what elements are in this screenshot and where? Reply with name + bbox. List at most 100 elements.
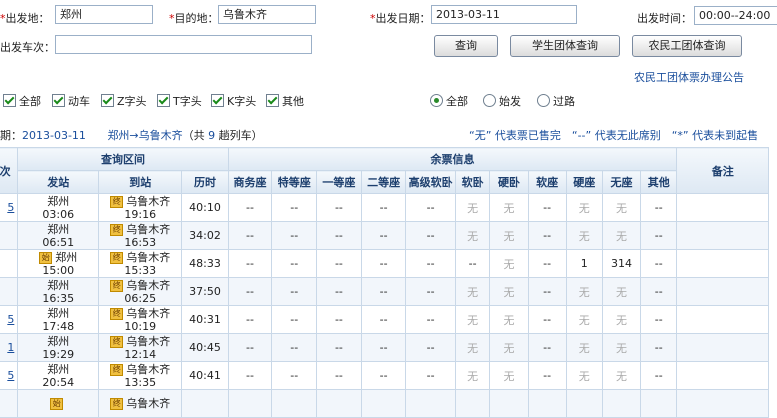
seat-cell: 无: [454, 333, 491, 362]
seat-cell: 无: [601, 277, 642, 306]
seat-cell: 无: [489, 361, 529, 390]
from-station-cell: 始郑州 15:00: [17, 249, 100, 278]
end-station-icon: 终: [110, 363, 124, 376]
from-station-cell: 郑州 06:51: [17, 221, 100, 250]
to-label: *目的地：: [169, 12, 219, 25]
duration-cell: 40:10: [181, 193, 229, 222]
origin-all-radio[interactable]: 全部: [430, 93, 468, 109]
to-station-cell: 终乌鲁木齐 16:53: [98, 221, 183, 250]
from-input[interactable]: 郑州: [55, 5, 153, 24]
seat-cell: --: [640, 333, 678, 362]
to-station-cell: 终乌鲁木齐 15:33: [98, 249, 183, 278]
seat-cell: 314: [601, 249, 642, 278]
seat-cell: --: [360, 249, 407, 278]
seat-cell: --: [271, 333, 318, 362]
filter-emu[interactable]: 动车: [52, 93, 90, 109]
seat-cell: --: [405, 305, 456, 334]
seat-cell: --: [271, 249, 318, 278]
table-row: 郑州 16:35 终乌鲁木齐 06:25 37:50 -- -- -- -- -- 无无 -- 无无 --: [0, 277, 769, 306]
end-station-icon: 终: [110, 251, 124, 264]
seat-cell: --: [360, 277, 407, 306]
migrant-query-button[interactable]: 农民工团体查询: [632, 35, 742, 57]
from-station-cell: 郑州 16:35: [17, 277, 100, 306]
filter-other[interactable]: 其他: [266, 93, 304, 109]
filter-all[interactable]: 全部: [3, 93, 41, 109]
filter-k[interactable]: K字头: [211, 93, 256, 109]
remark-cell: [676, 389, 769, 418]
seat-cell: [316, 389, 362, 418]
query-button[interactable]: 查询: [434, 35, 498, 57]
checkbox-checked-icon: [266, 94, 279, 107]
time-label: 出发时间：: [637, 12, 692, 25]
seat-cell: [454, 389, 491, 418]
seat-cell: 无: [489, 193, 529, 222]
seat-cell: 无: [601, 333, 642, 362]
seat-cell: --: [316, 333, 362, 362]
remark-cell: [676, 249, 769, 278]
duration-cell: 40:45: [181, 333, 229, 362]
to-input[interactable]: 乌鲁木齐: [218, 5, 316, 24]
table-row: 郑州 06:51 终乌鲁木齐 16:53 34:02 -- -- -- -- -- 无无 -- 无无 --: [0, 221, 769, 250]
seat-cell: 无: [601, 221, 642, 250]
seat-cell: --: [360, 361, 407, 390]
duration-cell: [181, 389, 229, 418]
train-number-link[interactable]: 5: [7, 369, 14, 382]
checkbox-checked-icon: [52, 94, 65, 107]
seat-cell: --: [527, 305, 567, 334]
time-select[interactable]: 00:00--24:00: [694, 6, 777, 25]
from-station-cell: 郑州 20:54: [17, 361, 100, 390]
seat-cell: [227, 389, 273, 418]
checkbox-checked-icon: [3, 94, 16, 107]
to-station-cell: 终乌鲁木齐 12:14: [98, 333, 183, 362]
header-seat: 商务座: [227, 170, 273, 194]
header-seat: 其他: [640, 170, 678, 194]
date-input[interactable]: 2013-03-11: [431, 5, 577, 24]
origin-pass-radio[interactable]: 过路: [537, 93, 575, 109]
checkbox-checked-icon: [101, 94, 114, 107]
filter-t[interactable]: T字头: [157, 93, 202, 109]
seat-cell: 无: [489, 221, 529, 250]
seat-cell: 无: [565, 305, 603, 334]
seat-cell: --: [360, 305, 407, 334]
seat-cell: --: [227, 305, 273, 334]
train-input[interactable]: [55, 35, 312, 54]
header-duration: 历时: [181, 170, 229, 194]
seat-cell: --: [316, 305, 362, 334]
seat-cell: --: [360, 221, 407, 250]
migrant-notice-link[interactable]: 农民工团体票办理公告: [634, 69, 744, 85]
train-number-link[interactable]: 5: [7, 313, 14, 326]
table-row: 始郑州 15:00 终乌鲁木齐 15:33 48:33 -- -- -- -- -- -- 无 -- 1 3…: [0, 249, 769, 278]
seat-cell: --: [527, 277, 567, 306]
header-seat: 无座: [601, 170, 642, 194]
seat-cell: --: [640, 305, 678, 334]
filter-z[interactable]: Z字头: [101, 93, 147, 109]
seat-cell: --: [271, 193, 318, 222]
train-number-link[interactable]: 5: [7, 201, 14, 214]
seat-cell: --: [454, 249, 491, 278]
remark-cell: [676, 305, 769, 334]
student-query-button[interactable]: 学生团体查询: [510, 35, 620, 57]
duration-cell: 34:02: [181, 221, 229, 250]
seat-cell: 无: [565, 361, 603, 390]
header-from: 发站: [17, 170, 100, 194]
train-number-link[interactable]: 1: [7, 341, 14, 354]
seat-cell: 无: [565, 221, 603, 250]
seat-cell: [527, 389, 567, 418]
seat-cell: --: [316, 193, 362, 222]
seat-cell: --: [227, 277, 273, 306]
seat-cell: --: [271, 277, 318, 306]
seat-cell: --: [405, 361, 456, 390]
end-station-icon: 终: [110, 279, 124, 292]
checkbox-checked-icon: [211, 94, 224, 107]
results-table: 次 查询区间 余票信息 备注 发站 到站 历时 商务座 特等座 一等座 二等座 …: [0, 147, 769, 418]
origin-start-radio[interactable]: 始发: [483, 93, 521, 109]
to-station-cell: 终乌鲁木齐: [98, 389, 183, 418]
table-row: 1 郑州 19:29 终乌鲁木齐 12:14 40:45 -- -- -- -- -- 无无 -- 无无 -…: [0, 333, 769, 362]
duration-cell: 40:41: [181, 361, 229, 390]
seat-cell: 无: [489, 333, 529, 362]
seat-cell: 无: [454, 193, 491, 222]
seat-cell: 无: [489, 305, 529, 334]
duration-cell: 48:33: [181, 249, 229, 278]
header-seat: 高级软卧: [405, 170, 456, 194]
seat-cell: 无: [454, 361, 491, 390]
